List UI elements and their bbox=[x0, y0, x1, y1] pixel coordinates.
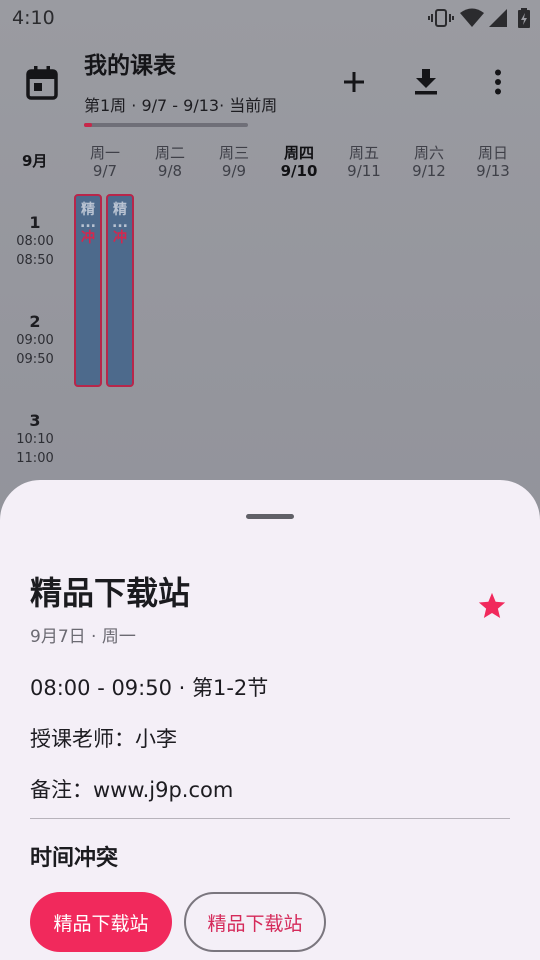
conflict-chip-primary[interactable]: 精品下载站 bbox=[30, 892, 172, 952]
favorite-button[interactable] bbox=[472, 588, 512, 628]
period-3: 3 10:10 11:00 bbox=[0, 412, 70, 468]
day-date: 9/11 bbox=[347, 162, 381, 180]
plus-icon bbox=[342, 70, 366, 98]
day-header-1: 周二 9/8 bbox=[140, 144, 200, 180]
day-weekday: 周四 bbox=[283, 144, 314, 162]
week-subtitle: 第1周 · 9/7 - 9/13· 当前周 bbox=[84, 96, 278, 115]
day-date: 9/10 bbox=[280, 162, 318, 180]
period-2: 2 09:00 09:50 bbox=[0, 313, 70, 369]
more-button[interactable] bbox=[478, 64, 518, 104]
day-date: 9/13 bbox=[476, 162, 510, 180]
add-button[interactable] bbox=[334, 64, 374, 104]
vibrate-icon bbox=[428, 8, 454, 32]
star-icon bbox=[477, 591, 507, 625]
course-note: 备注：www.j9p.com bbox=[30, 778, 234, 802]
conflict-title: 时间冲突 bbox=[30, 846, 119, 871]
course-teacher: 授课老师：小李 bbox=[30, 727, 177, 751]
calendar-icon[interactable] bbox=[26, 66, 58, 100]
period-start: 09:00 bbox=[16, 333, 54, 348]
day-weekday: 周三 bbox=[218, 144, 249, 162]
signal-icon bbox=[488, 8, 508, 32]
day-weekday: 周二 bbox=[154, 144, 185, 162]
period-1: 1 08:00 08:50 bbox=[0, 214, 70, 270]
download-icon bbox=[414, 69, 438, 99]
course-date: 9月7日 · 周一 bbox=[30, 627, 136, 647]
course-block-0[interactable]: 精... 冲 bbox=[74, 194, 102, 387]
course-block-ellipsis: ... bbox=[112, 215, 128, 231]
period-number: 2 bbox=[29, 312, 41, 331]
day-date: 9/12 bbox=[412, 162, 446, 180]
status-bar: 4:10 bbox=[0, 0, 540, 36]
course-block-ellipsis: ... bbox=[80, 215, 96, 231]
day-weekday: 周日 bbox=[477, 144, 508, 162]
day-header-4: 周五 9/11 bbox=[334, 144, 394, 180]
download-button[interactable] bbox=[406, 64, 446, 104]
month-label: 9月 bbox=[22, 152, 48, 170]
day-weekday: 周六 bbox=[413, 144, 444, 162]
day-header-2: 周三 9/9 bbox=[204, 144, 264, 180]
day-weekday: 周一 bbox=[89, 144, 120, 162]
wifi-icon bbox=[460, 8, 484, 32]
period-number: 1 bbox=[29, 213, 41, 232]
week-progress bbox=[84, 123, 248, 127]
week-progress-fill bbox=[84, 123, 93, 127]
day-header-6: 周日 9/13 bbox=[463, 144, 523, 180]
drag-handle[interactable] bbox=[246, 514, 294, 519]
day-date: 9/9 bbox=[221, 162, 247, 180]
course-detail-sheet: 精品下载站 9月7日 · 周一 08:00 - 09:50 · 第1-2节 授课… bbox=[0, 480, 540, 960]
day-weekday: 周五 bbox=[348, 144, 379, 162]
more-vertical-icon bbox=[494, 69, 502, 99]
course-block-1[interactable]: 精... 冲 bbox=[106, 194, 134, 387]
period-end: 11:00 bbox=[16, 451, 54, 466]
divider bbox=[30, 818, 510, 819]
battery-icon bbox=[518, 8, 530, 32]
day-header-0: 周一 9/7 bbox=[75, 144, 135, 180]
screen: 4:10 我的课表 第1周 · 9/7 - 9/13· 当前周 9月 周一 9/… bbox=[0, 0, 540, 960]
day-date: 9/8 bbox=[157, 162, 183, 180]
day-date: 9/7 bbox=[92, 162, 118, 180]
course-block-conflict: 冲 bbox=[113, 230, 127, 246]
day-header-3: 周四 9/10 bbox=[269, 144, 329, 180]
status-time: 4:10 bbox=[12, 7, 55, 29]
period-start: 10:10 bbox=[16, 432, 54, 447]
day-header-5: 周六 9/12 bbox=[399, 144, 459, 180]
period-end: 09:50 bbox=[16, 352, 54, 367]
course-block-conflict: 冲 bbox=[81, 230, 95, 246]
course-time: 08:00 - 09:50 · 第1-2节 bbox=[30, 676, 269, 700]
conflict-chip-secondary[interactable]: 精品下载站 bbox=[184, 892, 326, 952]
period-end: 08:50 bbox=[16, 253, 54, 268]
course-title: 精品下载站 bbox=[30, 574, 191, 612]
period-start: 08:00 bbox=[16, 234, 54, 249]
period-number: 3 bbox=[29, 411, 41, 430]
page-title: 我的课表 bbox=[84, 53, 176, 79]
